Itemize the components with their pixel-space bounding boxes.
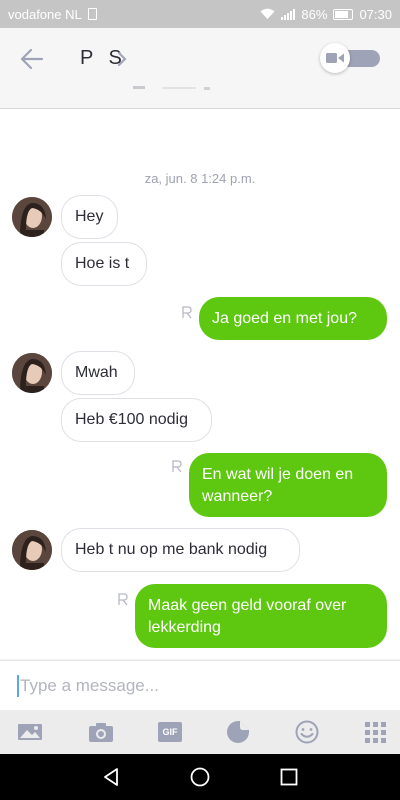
carrier-name: vodafone NL bbox=[8, 6, 82, 22]
image-icon[interactable] bbox=[17, 720, 43, 744]
message-text: Maak geen geld vooraf over lekkerding bbox=[148, 597, 347, 636]
message-text: Hoe is t bbox=[75, 255, 130, 272]
battery-icon bbox=[333, 8, 354, 20]
message-list[interactable]: za, jun. 8 1:24 p.m. Hey Hoe is t Ja goe… bbox=[0, 109, 400, 659]
video-call-toggle[interactable] bbox=[320, 43, 380, 73]
message-bubble-outgoing[interactable]: En wat wil je doen en wanneer? bbox=[189, 453, 387, 517]
avatar-photo bbox=[12, 530, 52, 570]
message-text: Ja goed en met jou? bbox=[212, 310, 357, 327]
signal-icon bbox=[281, 8, 296, 20]
attachment-toolbar: GIF bbox=[0, 710, 400, 754]
read-receipt-icon bbox=[172, 460, 182, 473]
camera-icon[interactable] bbox=[88, 720, 114, 744]
avatar-photo bbox=[12, 353, 52, 393]
apps-grid-icon[interactable] bbox=[363, 720, 389, 744]
recents-square-icon[interactable] bbox=[278, 766, 300, 788]
message-bubble-outgoing[interactable]: Ja goed en met jou? bbox=[199, 297, 387, 340]
read-receipt-icon bbox=[118, 593, 128, 606]
message-bubble-incoming[interactable]: Mwah bbox=[61, 351, 135, 395]
video-camera-icon bbox=[326, 53, 344, 63]
gif-label: GIF bbox=[162, 727, 178, 737]
message-bubble-incoming[interactable]: Hoe is t bbox=[61, 242, 147, 286]
message-text: Mwah bbox=[75, 364, 118, 381]
chevron-right-icon[interactable] bbox=[116, 50, 128, 68]
message-bubble-incoming[interactable]: Heb €100 nodig bbox=[61, 398, 212, 442]
back-triangle-icon[interactable] bbox=[100, 766, 122, 788]
read-receipt-icon bbox=[182, 306, 192, 319]
chat-header: P S bbox=[0, 28, 400, 90]
contact-avatar[interactable] bbox=[12, 197, 52, 237]
message-bubble-incoming[interactable]: Heb t nu op me bank nodig bbox=[61, 528, 300, 572]
home-circle-icon[interactable] bbox=[189, 766, 211, 788]
message-bubble-incoming[interactable]: Hey bbox=[61, 195, 118, 239]
text-cursor bbox=[17, 675, 19, 697]
status-bar: vodafone NL 86% 07:30 bbox=[0, 0, 400, 28]
message-bubble-outgoing[interactable]: Maak geen geld vooraf over lekkerding bbox=[135, 584, 387, 648]
contact-avatar[interactable] bbox=[12, 530, 52, 570]
message-text: En wat wil je doen en wanneer? bbox=[202, 466, 354, 505]
message-text: Hey bbox=[75, 208, 104, 225]
date-separator: za, jun. 8 1:24 p.m. bbox=[144, 171, 256, 186]
avatar-photo bbox=[12, 197, 52, 237]
message-input[interactable] bbox=[20, 671, 380, 701]
sticker-icon[interactable] bbox=[225, 720, 251, 744]
wifi-icon bbox=[260, 8, 275, 19]
back-arrow-icon[interactable] bbox=[18, 46, 46, 72]
gif-icon[interactable]: GIF bbox=[158, 722, 182, 742]
message-text: Heb €100 nodig bbox=[75, 411, 188, 428]
contact-avatar[interactable] bbox=[12, 353, 52, 393]
system-navigation-bar bbox=[0, 754, 400, 800]
sim-card-icon bbox=[87, 8, 97, 20]
clock: 07:30 bbox=[359, 6, 392, 22]
toggle-knob bbox=[320, 43, 350, 73]
emoji-icon[interactable] bbox=[294, 720, 320, 744]
message-composer bbox=[0, 660, 400, 711]
scrolled-content-edge bbox=[133, 86, 210, 90]
message-text: Heb t nu op me bank nodig bbox=[75, 541, 268, 558]
battery-percentage: 86% bbox=[301, 6, 328, 22]
